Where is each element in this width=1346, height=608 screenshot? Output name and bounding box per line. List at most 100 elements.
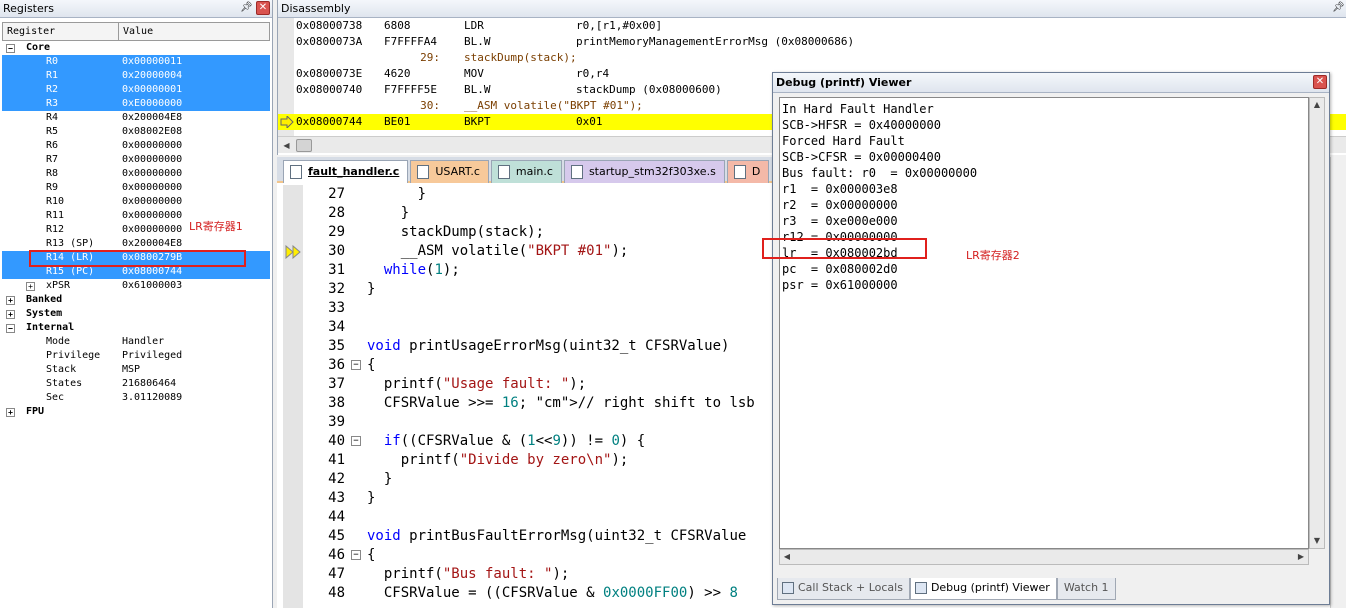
register-row[interactable]: States 216806464 (2, 377, 270, 391)
line-number: 36 (328, 357, 345, 373)
registers-grid: Register Value − Core R0 0x00000011 R1 0x2000… (2, 22, 270, 606)
scroll-left-icon[interactable]: ◀ (278, 137, 295, 154)
register-row[interactable]: Privilege Privileged (2, 349, 270, 363)
bottom-tab-debug-printf-viewer[interactable]: Debug (printf) Viewer (909, 578, 1057, 600)
fold-marker (349, 527, 363, 546)
register-row[interactable]: R3 0xE0000000 (2, 97, 270, 111)
register-name: Stack (2, 363, 118, 377)
tab-label: main.c (515, 165, 553, 178)
expand-icon[interactable]: + (6, 310, 15, 319)
debug-viewer-title-bar[interactable]: Debug (printf) Viewer ✕ (773, 73, 1329, 93)
bottom-tab-watch-1[interactable]: Watch 1 (1056, 578, 1116, 600)
scroll-right-icon[interactable]: ▶ (1294, 550, 1308, 564)
fold-marker (349, 584, 363, 603)
line-number: 34 (328, 319, 345, 335)
tab-fault-handler-c[interactable]: fault_handler.c (283, 160, 409, 183)
scroll-down-icon[interactable]: ▼ (1310, 534, 1324, 548)
debug-hscrollbar[interactable]: ◀ ▶ (779, 549, 1309, 565)
instruction-operands: 0x01 (576, 115, 603, 128)
register-row[interactable]: R13 (SP) 0x200004E8 (2, 237, 270, 251)
code-text: if((CFSRValue & (1<<9)) != 0) { (383, 433, 646, 449)
tab-label: fault_handler.c (308, 165, 400, 178)
register-group-row[interactable]: − Core (2, 41, 270, 55)
fold-marker[interactable]: − (349, 356, 363, 375)
fold-marker[interactable]: − (349, 432, 363, 451)
expand-icon[interactable]: + (26, 282, 35, 291)
fold-marker[interactable]: − (349, 546, 363, 565)
collapse-icon[interactable]: − (351, 360, 361, 370)
register-group-row[interactable]: + System (2, 307, 270, 321)
register-name: Privilege (2, 349, 118, 363)
debug-output-line: Forced Hard Fault (782, 134, 905, 148)
register-value: 0x00000000 (122, 168, 183, 179)
line-number: 35 (328, 338, 345, 354)
bottom-tab-call-stack-locals[interactable]: Call Stack + Locals (777, 578, 910, 600)
register-row[interactable]: R6 0x00000000 (2, 139, 270, 153)
file-icon (290, 165, 302, 179)
debug-output-line: r2 = 0x00000000 (782, 198, 898, 212)
instruction-address: 0x08000738 (296, 19, 363, 32)
pin-icon[interactable]: 📌︎ (240, 1, 253, 15)
register-value: 0x00000011 (122, 56, 183, 67)
disassembly-instruction[interactable]: 0x08000738 6808 LDR r0,[r1,#0x00] (278, 18, 1346, 34)
register-name-label: R0 (46, 56, 59, 67)
instruction-opcode: BE01 (384, 115, 411, 128)
register-row[interactable]: R7 0x00000000 (2, 153, 270, 167)
register-row[interactable]: R8 0x00000000 (2, 167, 270, 181)
register-name: − Internal (2, 321, 118, 335)
register-row[interactable]: R9 0x00000000 (2, 181, 270, 195)
disassembly-title: Disassembly (281, 2, 351, 15)
register-row[interactable]: Sec 3.01120089 (2, 391, 270, 405)
tab-usart-c[interactable]: USART.c (410, 160, 489, 183)
collapse-icon[interactable]: − (351, 436, 361, 446)
register-row[interactable]: R10 0x00000000 (2, 195, 270, 209)
register-row[interactable]: Mode Handler (2, 335, 270, 349)
expand-icon[interactable]: + (6, 296, 15, 305)
value-column-header[interactable]: Value (119, 23, 269, 40)
registers-header: Register Value (2, 22, 270, 41)
collapse-icon[interactable]: − (351, 550, 361, 560)
register-value: 0x61000003 (122, 280, 183, 291)
register-name-label: R15 (PC) (46, 266, 95, 277)
pin-icon[interactable]: 📌︎ (1332, 1, 1345, 15)
tab-startup-stm32f303xe-s[interactable]: startup_stm32f303xe.s (563, 160, 725, 183)
tab-main-c[interactable]: main.c (490, 160, 562, 183)
expand-icon[interactable]: + (6, 408, 15, 417)
register-column-header[interactable]: Register (3, 23, 119, 40)
register-row[interactable]: R15 (PC) 0x08000744 (2, 265, 270, 279)
close-icon[interactable]: ✕ (1313, 75, 1327, 89)
close-icon[interactable]: ✕ (256, 1, 270, 15)
collapse-icon[interactable]: − (6, 44, 15, 53)
register-name: R12 (2, 223, 118, 237)
debug-vscrollbar[interactable]: ▲ ▼ (1309, 97, 1325, 549)
register-name: Mode (2, 335, 118, 349)
debug-output-line: SCB->HFSR = 0x40000000 (782, 118, 941, 132)
register-row[interactable]: R5 0x08002E08 (2, 125, 270, 139)
register-name-label: R9 (46, 182, 59, 193)
register-group-row[interactable]: − Internal (2, 321, 270, 335)
scroll-up-icon[interactable]: ▲ (1310, 98, 1324, 112)
tab-d[interactable]: D (726, 160, 770, 183)
register-name: R10 (2, 195, 118, 209)
register-row[interactable]: + xPSR 0x61000003 (2, 279, 270, 293)
register-row[interactable]: R4 0x200004E8 (2, 111, 270, 125)
register-name-label: R13 (SP) (46, 238, 95, 249)
call-stack-icon (782, 582, 794, 594)
register-group-row[interactable]: + Banked (2, 293, 270, 307)
register-name-label: States (46, 378, 83, 389)
scroll-thumb[interactable] (296, 139, 312, 152)
collapse-icon[interactable]: − (6, 324, 15, 333)
register-row[interactable]: R2 0x00000001 (2, 83, 270, 97)
disassembly-source-line[interactable]: 29: stackDump(stack); (278, 50, 1346, 66)
register-value: 0x20000004 (122, 70, 183, 81)
register-row[interactable]: R0 0x00000011 (2, 55, 270, 69)
register-row[interactable]: Stack MSP (2, 363, 270, 377)
register-value: 0x200004E8 (122, 112, 183, 123)
editor-vscrollbar[interactable] (1330, 157, 1346, 608)
scroll-left-icon[interactable]: ◀ (780, 550, 794, 564)
disassembly-instruction[interactable]: 0x0800073A F7FFFFA4 BL.W printMemoryManagem… (278, 34, 1346, 50)
file-icon (497, 165, 510, 179)
register-group-row[interactable]: + FPU (2, 405, 270, 419)
debug-output-text[interactable]: In Hard Fault Handler SCB->HFSR = 0x40000… (779, 97, 1309, 549)
register-row[interactable]: R1 0x20000004 (2, 69, 270, 83)
